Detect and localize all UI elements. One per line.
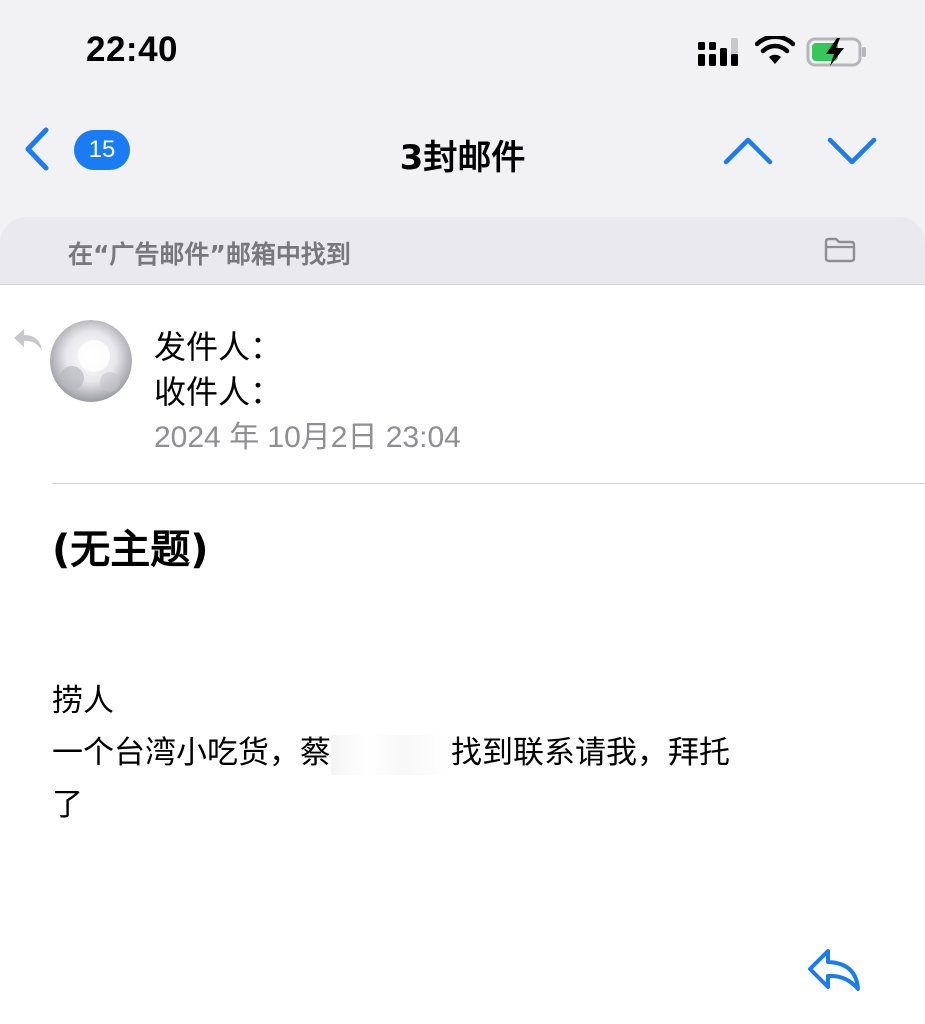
from-label: 发件人： xyxy=(154,328,283,366)
chevron-down-icon xyxy=(827,137,877,165)
sender-avatar xyxy=(50,320,132,402)
body-line-1: 捞人 xyxy=(52,683,114,719)
nav-bar: 15 3封邮件 xyxy=(0,100,925,210)
folder-icon[interactable] xyxy=(824,237,856,263)
mailbox-banner-text: 在“广告邮件”邮箱中找到 xyxy=(68,240,351,269)
back-button[interactable]: 15 xyxy=(22,126,142,176)
battery-charging-icon xyxy=(806,37,866,67)
message-body: 捞人 一个台湾小吃货，蔡 找到联系请我，拜托 了 xyxy=(52,675,852,831)
body-line-2-start: 一个台湾小吃货，蔡 xyxy=(52,735,331,771)
message-subject: (无主题) xyxy=(52,527,209,573)
redacted-name xyxy=(331,734,451,775)
wifi-icon xyxy=(755,36,795,64)
reply-arrow-icon xyxy=(14,329,42,351)
unread-count-badge: 15 xyxy=(74,130,130,170)
body-line-3: 了 xyxy=(52,787,83,823)
next-message-button[interactable] xyxy=(824,130,880,170)
status-time: 22:40 xyxy=(86,30,179,69)
mailbox-banner[interactable]: 在“广告邮件”邮箱中找到 xyxy=(0,217,925,285)
message-date: 2024 年 10月2日 23:04 xyxy=(154,421,461,454)
body-line-2-end: 找到联系请我，拜托 xyxy=(451,735,730,771)
avatar-image xyxy=(50,320,132,402)
cellular-signal-icon xyxy=(698,38,738,66)
previous-message-button[interactable] xyxy=(720,130,776,170)
body-line-2: 一个台湾小吃货，蔡 找到联系请我，拜托 xyxy=(52,727,852,779)
header-divider xyxy=(52,483,925,484)
chevron-up-icon xyxy=(723,137,773,165)
status-bar: 22:40 xyxy=(0,0,925,100)
to-label: 收件人： xyxy=(154,373,283,411)
reply-icon xyxy=(808,949,860,991)
mail-sheet: 在“广告邮件”邮箱中找到 发件人： 收件人： 2024 年 10月2日 23:0… xyxy=(0,217,925,1024)
reply-button[interactable] xyxy=(806,945,866,995)
nav-title: 3封邮件 xyxy=(399,138,526,178)
chevron-left-icon xyxy=(25,127,49,171)
